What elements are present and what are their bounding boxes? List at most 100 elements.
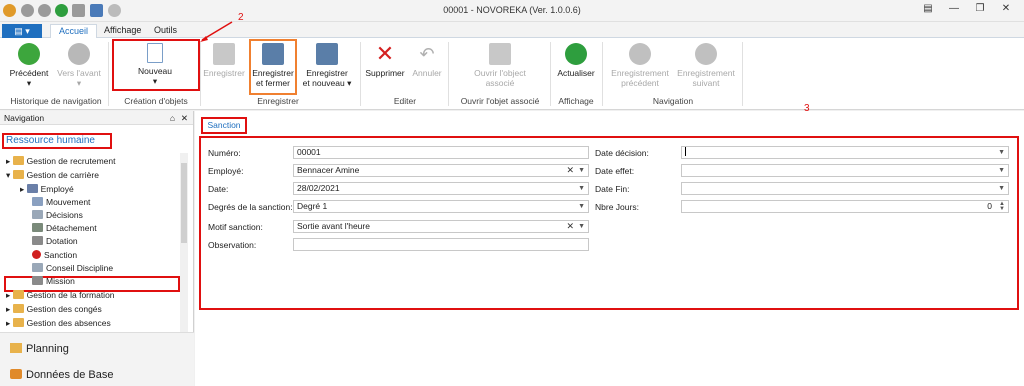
enregistrement-suivant-button[interactable]: Enregistrement suivant xyxy=(674,40,738,88)
window-title: 00001 - NOVOREKA (Ver. 1.0.0.6) xyxy=(443,5,581,15)
forward-arrow-icon xyxy=(68,43,90,65)
group-affichage-label: Affichage xyxy=(558,96,594,106)
arrow-up-icon xyxy=(629,43,651,65)
tree-gestion-recrutement[interactable]: ▸ Gestion de recrutement xyxy=(6,155,115,168)
ribbon-tabs: ▤ ▾ Accueil Affichage Outils xyxy=(0,22,1024,38)
date-field[interactable]: 28/02/2021 ▼ xyxy=(293,182,589,195)
undo-arrow-icon: ↶ xyxy=(419,44,435,64)
nbre-jours-label: Nbre Jours: xyxy=(595,202,639,212)
group-ouvrir-label: Ouvrir l'objet associé xyxy=(460,96,540,106)
nav-scrollbar[interactable] xyxy=(180,153,188,333)
layout-icon[interactable]: ▤ xyxy=(918,3,938,19)
tree-gestion-absences[interactable]: ▸ Gestion des absences xyxy=(6,317,111,330)
actualiser-button[interactable]: Actualiser xyxy=(554,40,598,78)
folder-icon xyxy=(12,304,24,313)
tab-accueil[interactable]: Accueil xyxy=(50,24,98,38)
vers-avant-button[interactable]: Vers l'avant ▾ xyxy=(54,40,104,88)
tab-affichage[interactable]: Affichage xyxy=(96,24,149,38)
dock-bottom: Planning Données de Base xyxy=(0,332,194,386)
enregistrer-button[interactable]: Enregistrer xyxy=(202,40,246,78)
spin-icon[interactable]: ▲ ▼ xyxy=(999,201,1005,212)
enregistrer-nouveau-button[interactable]: Enregistrer et nouveau ▾ xyxy=(300,40,354,88)
folder-icon xyxy=(12,318,24,327)
dropdown-icon[interactable]: ▼ xyxy=(578,183,585,194)
transfer-icon xyxy=(32,223,43,232)
date-fin-field[interactable]: ▼ xyxy=(681,182,1009,195)
motif-label: Motif sanction: xyxy=(208,222,263,232)
dropdown-icon[interactable]: ▼ xyxy=(998,183,1005,194)
back-arrow-icon xyxy=(18,43,40,65)
tree-dotation[interactable]: Dotation xyxy=(32,235,78,248)
nav-root-ressource-humaine[interactable]: Ressource humaine xyxy=(2,133,112,149)
date-decision-field[interactable]: ▼ xyxy=(681,146,1009,159)
employe-select[interactable]: Bennacer Amine ✕ ▼ xyxy=(293,164,589,177)
observation-field[interactable] xyxy=(293,238,589,251)
group-historique-label: Historique de navigation xyxy=(10,96,102,106)
save-disk-icon xyxy=(213,43,235,65)
database-icon xyxy=(10,369,22,379)
tree-mouvement[interactable]: Mouvement xyxy=(32,196,90,209)
mission-icon xyxy=(32,276,43,285)
minimize-icon[interactable]: — xyxy=(944,3,964,19)
document-icon xyxy=(32,210,43,219)
nbre-jours-spinner[interactable]: 0 ▲ ▼ xyxy=(681,200,1009,213)
tab-sanction[interactable]: Sanction xyxy=(201,117,247,134)
navigation-header: Navigation ⌂ ✕ xyxy=(0,111,193,125)
clear-icon[interactable]: ✕ xyxy=(566,221,574,232)
clear-icon[interactable]: ✕ xyxy=(566,165,574,176)
open-object-icon xyxy=(489,43,511,65)
folder-open-icon xyxy=(12,170,24,179)
degres-label: Degrés de la sanction: xyxy=(208,202,293,212)
tree-sanction[interactable]: Sanction xyxy=(32,249,77,262)
dotation-icon xyxy=(32,236,43,245)
dropdown-icon[interactable]: ▼ xyxy=(998,147,1005,158)
annotation-2: 2 xyxy=(238,12,244,23)
tree-mission[interactable]: Mission xyxy=(32,275,75,288)
arrow-down-icon xyxy=(695,43,717,65)
dropdown-icon[interactable]: ▼ xyxy=(578,165,585,176)
close-icon[interactable]: ✕ xyxy=(996,3,1016,19)
date-fin-label: Date Fin: xyxy=(595,184,630,194)
save-new-icon xyxy=(316,43,338,65)
restore-icon[interactable]: ❐ xyxy=(970,3,990,19)
pin-icon[interactable]: ⌂ xyxy=(170,111,175,125)
nav-planning[interactable]: Planning xyxy=(10,343,69,355)
file-menu-button[interactable]: ▤ ▾ xyxy=(2,24,42,38)
motif-select[interactable]: Sortie avant l'heure ✕ ▼ xyxy=(293,220,589,233)
tree-gestion-carriere[interactable]: ▾ Gestion de carrière xyxy=(6,169,99,182)
date-decision-label: Date décision: xyxy=(595,148,649,158)
group-navigation-label: Navigation xyxy=(652,96,694,106)
tree-conseil-discipline[interactable]: Conseil Discipline xyxy=(32,262,113,275)
group-enregistrer-label: Enregistrer xyxy=(257,96,299,106)
tree-detachement[interactable]: Détachement xyxy=(32,222,97,235)
refresh-icon xyxy=(565,43,587,65)
scrollbar-thumb[interactable] xyxy=(181,163,187,243)
prohibited-icon xyxy=(32,250,41,259)
date-label: Date: xyxy=(208,184,229,194)
folder-icon xyxy=(12,290,24,299)
highlight-nouveau xyxy=(112,39,200,91)
dropdown-icon[interactable]: ▼ xyxy=(578,201,585,212)
tree-decisions[interactable]: Décisions xyxy=(32,209,83,222)
precedent-button[interactable]: Précédent ▾ xyxy=(6,40,52,88)
dropdown-icon[interactable]: ▼ xyxy=(578,221,585,232)
tab-outils[interactable]: Outils xyxy=(146,24,185,38)
numero-field[interactable]: 00001 xyxy=(293,146,589,159)
nav-donnees-base[interactable]: Données de Base xyxy=(10,369,113,381)
observation-label: Observation: xyxy=(208,240,257,250)
date-effet-label: Date effet: xyxy=(595,166,635,176)
annuler-button[interactable]: ↶ Annuler xyxy=(408,40,446,78)
tree-gestion-formation[interactable]: ▸ Gestion de la formation xyxy=(6,289,115,302)
panel-close-icon[interactable]: ✕ xyxy=(181,111,188,125)
degres-select[interactable]: Degré 1 ▼ xyxy=(293,200,589,213)
enregistrement-precedent-button[interactable]: Enregistrement précédent xyxy=(608,40,672,88)
supprimer-button[interactable]: ✕ Supprimer xyxy=(364,40,406,79)
main-area: Sanction Numéro: 00001 Employé: Bennacer… xyxy=(195,111,1024,386)
movement-icon xyxy=(32,197,43,206)
numero-label: Numéro: xyxy=(208,148,241,158)
dropdown-icon[interactable]: ▼ xyxy=(998,165,1005,176)
ouvrir-objet-button[interactable]: Ouvrir l'object associé xyxy=(462,40,538,88)
tree-gestion-conges[interactable]: ▸ Gestion des congés xyxy=(6,303,102,316)
date-effet-field[interactable]: ▼ xyxy=(681,164,1009,177)
tree-employe[interactable]: ▸ Employé xyxy=(20,183,74,196)
